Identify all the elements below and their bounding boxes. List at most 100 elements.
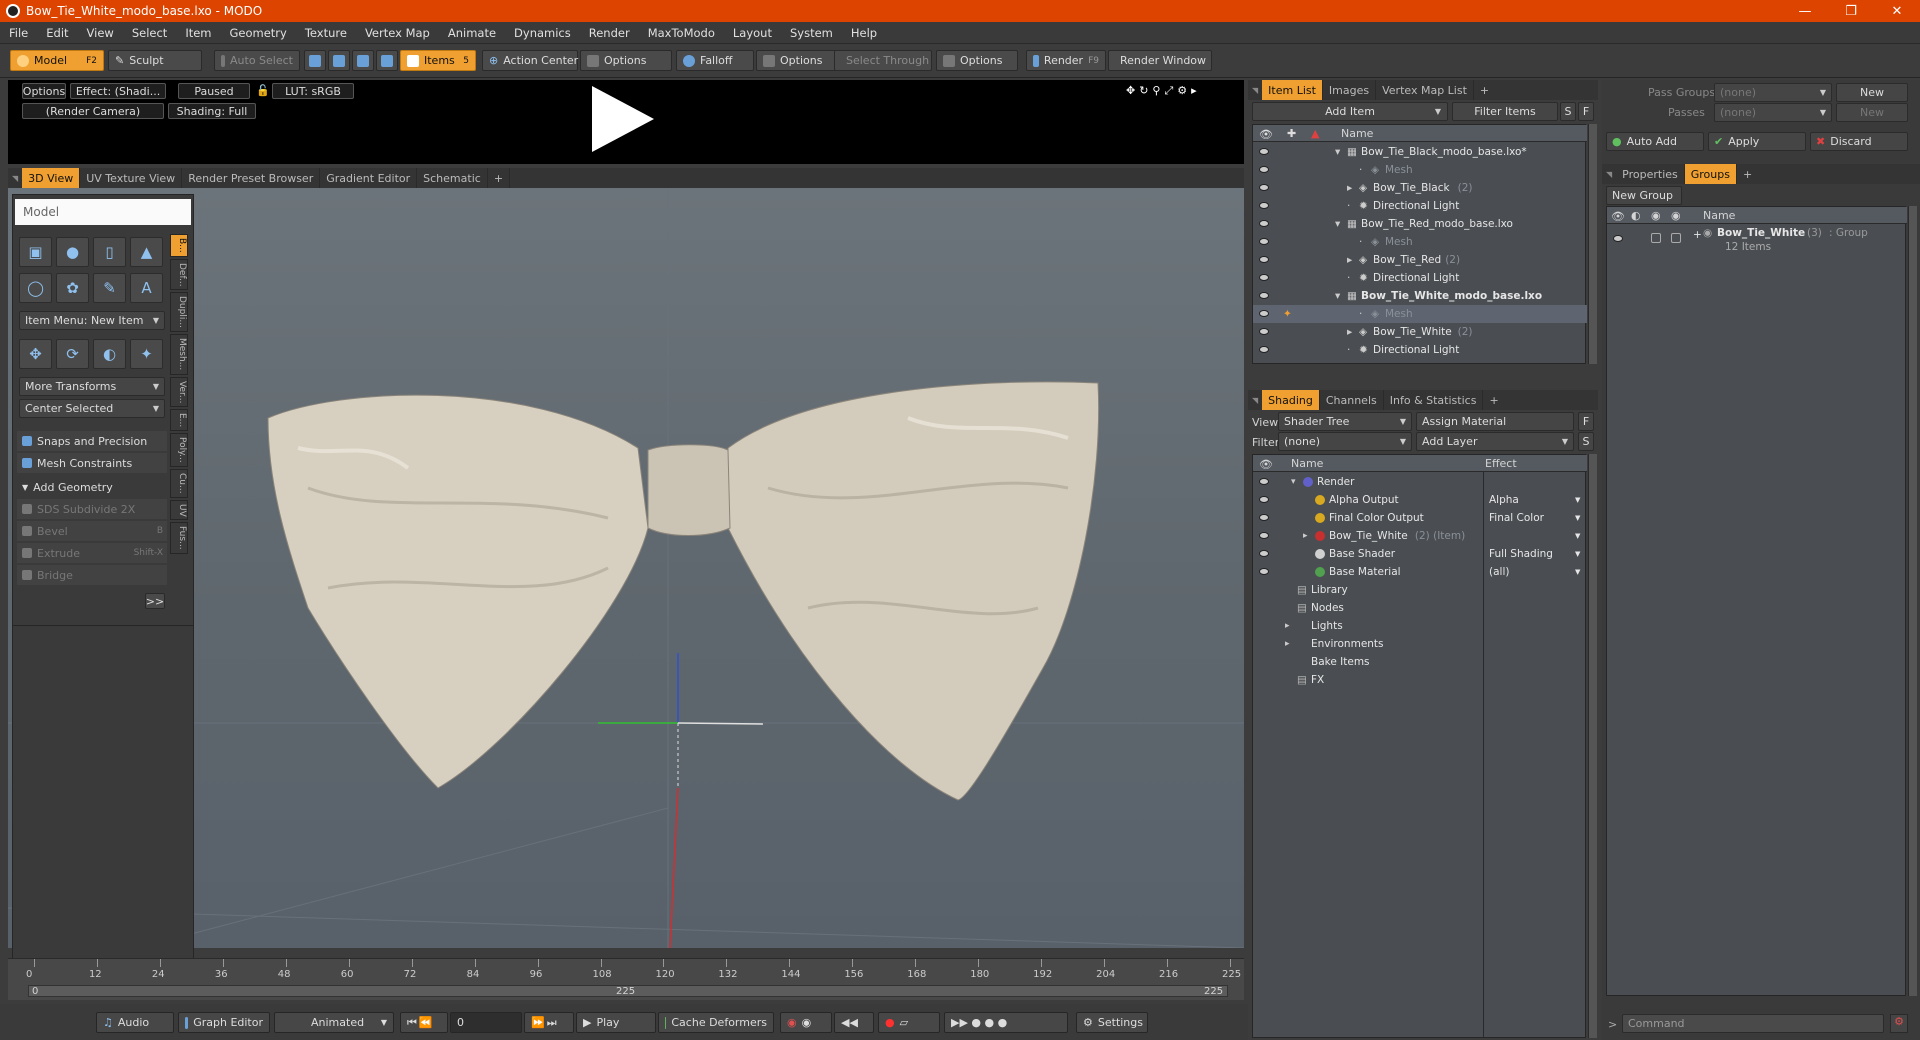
lut-dropdown[interactable]: LUT: sRGB <box>272 83 354 99</box>
chevron-down-icon[interactable]: ▼ <box>1575 532 1580 540</box>
visibility-eye-icon[interactable] <box>1259 148 1269 155</box>
shader-row[interactable]: Base Material (all) ▼ <box>1253 563 1587 581</box>
tab-gradient-editor[interactable]: Gradient Editor <box>320 168 418 188</box>
panel-menu-icon[interactable]: ◥ <box>1248 86 1262 95</box>
mesh-constraints-button[interactable]: Mesh Constraints <box>17 453 167 473</box>
item-row[interactable]: · ◈ Mesh <box>1253 161 1587 179</box>
item-row[interactable]: ▸ ◈ Bow_Tie_Red (2) <box>1253 251 1587 269</box>
record-buttons[interactable]: ● ▱ <box>878 1012 940 1033</box>
expand-arrow-icon[interactable]: ▸ <box>1285 639 1290 649</box>
menu-geometry[interactable]: Geometry <box>221 26 296 40</box>
key-nav[interactable]: ▶▶ ● ● ● <box>944 1012 1068 1033</box>
menu-file[interactable]: File <box>0 26 37 40</box>
expand-arrow-icon[interactable]: ▾ <box>1291 477 1296 487</box>
chevron-down-icon[interactable]: ▼ <box>1575 514 1580 522</box>
groups-scrollbar[interactable] <box>1908 206 1917 996</box>
play-icon[interactable] <box>592 86 654 152</box>
side-tab[interactable]: B... <box>170 234 188 257</box>
command-input[interactable]: Command <box>1622 1014 1884 1033</box>
animated-dropdown[interactable]: Animated ▼ <box>274 1012 394 1033</box>
visibility-eye-icon[interactable] <box>1259 166 1269 173</box>
command-history-icon[interactable]: ⚙ <box>1890 1014 1908 1033</box>
assign-material-button[interactable]: Assign Material <box>1416 412 1574 431</box>
center-selected-dropdown[interactable]: Center Selected ▼ <box>19 399 165 418</box>
shading-dropdown[interactable]: Shading: Full <box>168 103 256 119</box>
add-geometry-section[interactable]: ▼ Add Geometry <box>17 477 167 497</box>
visibility-eye-icon[interactable] <box>1259 202 1269 209</box>
edges-mode-button[interactable] <box>328 50 350 71</box>
visibility-eye-icon[interactable] <box>1259 514 1269 521</box>
visibility-eye-icon[interactable] <box>1259 328 1269 335</box>
visibility-eye-icon[interactable] <box>1613 235 1623 242</box>
items-mode-button[interactable]: Items 5 <box>400 50 476 71</box>
add-tab-button[interactable]: + <box>1483 390 1504 410</box>
shader-row[interactable]: ▤ Nodes <box>1253 599 1587 617</box>
shader-row[interactable]: ▤ FX <box>1253 671 1587 689</box>
settings-button[interactable]: ⚙ Settings <box>1076 1012 1148 1033</box>
item-menu-dropdown[interactable]: Item Menu: New Item ▼ <box>19 311 165 330</box>
side-tab[interactable]: UV <box>170 499 188 521</box>
tab-shading[interactable]: Shading <box>1262 390 1320 410</box>
lock-icon[interactable]: 🔓 <box>256 84 270 97</box>
forward-buttons[interactable]: ⏩⏭ <box>524 1012 574 1033</box>
shader-row[interactable]: ▾ Render <box>1253 473 1587 491</box>
pen-tool-button[interactable]: ✎ <box>93 273 126 303</box>
preview-controls-icons[interactable]: ✥↻⚲⤢⚙▸ <box>1126 84 1201 98</box>
add-tab-button[interactable]: + <box>1737 164 1758 184</box>
chevron-down-icon[interactable]: ▼ <box>1575 496 1580 504</box>
item-row[interactable]: ▾ ▦ Bow_Tie_White_modo_base.lxo <box>1253 287 1587 305</box>
lock-checkbox[interactable] <box>1651 233 1661 243</box>
move-tool-button[interactable]: ✥ <box>19 339 52 369</box>
tab-info-statistics[interactable]: Info & Statistics <box>1384 390 1484 410</box>
cube-tool-button[interactable]: ▣ <box>19 237 52 267</box>
shader-row[interactable]: Bake Items <box>1253 653 1587 671</box>
visibility-eye-icon[interactable] <box>1259 532 1269 539</box>
visibility-eye-icon[interactable] <box>1259 238 1269 245</box>
new-pass-group-button[interactable]: New <box>1836 83 1908 102</box>
visibility-eye-icon[interactable] <box>1259 184 1269 191</box>
polygons-mode-button[interactable] <box>352 50 374 71</box>
auto-select-button[interactable]: Auto Select <box>214 50 300 71</box>
side-tab[interactable]: Poly... <box>170 433 188 468</box>
group-row[interactable]: + ◉ Bow_Tie_White (3) : Group 12 Items <box>1607 227 1907 257</box>
capsule-tool-button[interactable]: ✿ <box>56 273 89 303</box>
action-center-options-button[interactable]: Options <box>580 50 672 71</box>
falloff-button[interactable]: Falloff <box>676 50 754 71</box>
timeline[interactable]: 0 12 24 36 48 60 72 84 96 108 120 132 144 156 168 180 19… <box>8 958 1244 1000</box>
visibility-eye-icon[interactable] <box>1259 478 1269 485</box>
expand-plus-icon[interactable]: + <box>1693 229 1702 241</box>
cache-deformers-button[interactable]: Cache Deformers <box>658 1012 774 1033</box>
shader-row[interactable]: ▸ Environments <box>1253 635 1587 653</box>
item-list-s-button[interactable]: S <box>1560 102 1576 121</box>
transform-tool-button[interactable]: ✦ <box>130 339 163 369</box>
passes-dropdown[interactable]: (none) ▼ <box>1714 103 1832 122</box>
add-layer-dropdown[interactable]: Add Layer ▼ <box>1416 432 1574 451</box>
more-tools-button[interactable]: >> <box>145 593 165 609</box>
text-tool-button[interactable]: A <box>130 273 163 303</box>
side-tab[interactable]: E... <box>170 409 188 432</box>
audio-button[interactable]: ♫ Audio <box>96 1012 174 1033</box>
visibility-eye-icon[interactable] <box>1259 550 1269 557</box>
materials-mode-button[interactable] <box>376 50 398 71</box>
visibility-eye-icon[interactable] <box>1259 496 1269 503</box>
minimize-button[interactable]: — <box>1782 0 1828 22</box>
shader-row[interactable]: ▸ Lights <box>1253 617 1587 635</box>
visibility-eye-icon[interactable] <box>1259 310 1269 317</box>
tab-render-preset-browser[interactable]: Render Preset Browser <box>182 168 321 188</box>
add-item-dropdown[interactable]: Add Item ▼ <box>1252 102 1448 121</box>
filter-dropdown[interactable]: (none) ▼ <box>1278 432 1412 451</box>
menu-vertex-map[interactable]: Vertex Map <box>356 26 439 40</box>
sphere-tool-button[interactable]: ● <box>56 237 89 267</box>
shader-row[interactable]: ▸ Bow_Tie_White (2) (Item) ▼ <box>1253 527 1587 545</box>
restore-button[interactable]: ❐ <box>1828 0 1874 22</box>
side-tab[interactable]: Def... <box>170 258 188 291</box>
view-dropdown[interactable]: Shader Tree ▼ <box>1278 412 1412 431</box>
render-button[interactable]: Render F9 <box>1026 50 1106 71</box>
menu-item[interactable]: Item <box>176 26 220 40</box>
chevron-down-icon[interactable]: ▼ <box>1575 568 1580 576</box>
menu-system[interactable]: System <box>781 26 842 40</box>
tab-item-list[interactable]: Item List <box>1262 80 1323 100</box>
expand-arrow-icon[interactable]: ▾ <box>1335 290 1340 302</box>
side-tab[interactable]: Mesh... <box>170 334 188 375</box>
expand-arrow-icon[interactable]: ▸ <box>1285 621 1290 631</box>
